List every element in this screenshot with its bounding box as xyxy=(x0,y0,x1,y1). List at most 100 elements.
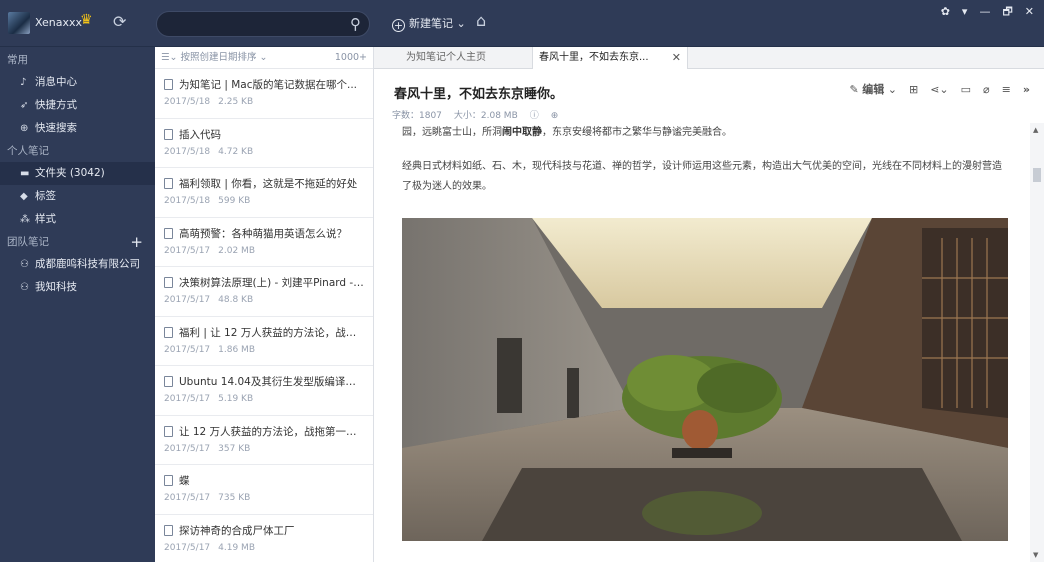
word-count: 字数：1807 xyxy=(392,111,442,121)
note-list-item[interactable]: 福利领取 | 你看，这就是不拖延的好处 2017/5/18 599 KB xyxy=(155,168,373,218)
scroll-up-icon[interactable]: ▲ xyxy=(1033,126,1038,134)
restore-icon[interactable]: 🗗 xyxy=(1002,5,1014,18)
note-date: 2017/5/17 xyxy=(164,443,211,454)
edit-button[interactable]: ✎ 编辑 ⌄ xyxy=(850,83,897,96)
note-list-item[interactable]: 插入代码 2017/5/18 4.72 KB xyxy=(155,119,373,168)
note-list-item[interactable]: 福利 | 让 12 万人获益的方法论，战拖... 2017/5/17 1.86 MB xyxy=(155,317,373,366)
vertical-scrollbar[interactable]: ▲ ▼ xyxy=(1030,123,1044,562)
document-icon xyxy=(164,326,173,338)
note-item-meta: 2017/5/17 48.8 KB xyxy=(164,295,365,305)
lobby-photo xyxy=(402,218,1008,541)
sidebar-item-folders[interactable]: ▬ 文件夹 (3042) xyxy=(0,162,155,185)
sidebar-item-quick-search[interactable]: ⊕ 快速搜索 xyxy=(0,117,155,140)
attachment-icon[interactable]: ⌀ xyxy=(983,83,990,96)
comment-icon[interactable]: ▭ xyxy=(961,83,971,96)
note-item-meta: 2017/5/17 5.19 KB xyxy=(164,394,365,404)
note-content[interactable]: 园，远眺富士山，所洞闹中取静，东京安缦将都市之繁华与静谧完美融合。 经典日式材料… xyxy=(402,123,1002,197)
note-title-text: 插入代码 xyxy=(179,128,221,141)
note-list-item[interactable]: 决策树算法原理(上) - 刘建平Pinard - ... 2017/5/17 48.… xyxy=(155,267,373,317)
tab-current-note[interactable]: 春风十里，不如去东京... ✕ xyxy=(532,47,688,69)
note-list-item[interactable]: 高萌预警：各种萌猫用英语怎么说？ 2017/5/17 2.02 MB xyxy=(155,218,373,267)
document-icon xyxy=(164,425,173,437)
paragraph-2: 经典日式材料如纸、石、木，现代科技与花道、禅的哲学，设计师运用这些元素，构造出大… xyxy=(402,161,1002,192)
tab-home[interactable]: 为知笔记个人主页 xyxy=(392,47,532,69)
note-date: 2017/5/17 xyxy=(164,295,211,305)
sidebar-item-styles[interactable]: ⁂ 样式 xyxy=(0,208,155,231)
search-input[interactable]: ⚲ xyxy=(156,11,370,37)
sidebar-item-label: 我知科技 xyxy=(35,281,77,293)
view-mode-icon[interactable]: ☰⌄ xyxy=(161,52,177,63)
more-icon[interactable]: » xyxy=(1023,83,1030,96)
note-list-item[interactable]: 为知笔记 | Mac版的笔记数据在哪个... 2017/5/18 2.25 KB xyxy=(155,69,373,119)
sort-label: 按照创建日期排序 xyxy=(180,52,257,63)
note-item-meta: 2017/5/17 2.02 MB xyxy=(164,246,365,256)
note-item-title: 福利 | 让 12 万人获益的方法论，战拖... xyxy=(164,325,365,340)
tab-bar: 为知笔记个人主页 春风十里，不如去东京... ✕ xyxy=(374,47,1044,69)
read-icon[interactable]: ⊞ xyxy=(909,83,918,96)
document-icon xyxy=(164,79,173,90)
note-item-title: 福利领取 | 你看，这就是不拖延的好处 xyxy=(164,176,365,191)
section-team: 团队笔记 + xyxy=(0,231,155,253)
add-tag-icon[interactable]: ⊕ xyxy=(551,111,559,121)
sidebar-item-tags[interactable]: ◆ 标签 xyxy=(0,185,155,208)
tab-label: 为知笔记个人主页 xyxy=(406,52,486,63)
style-icon: ⁂ xyxy=(20,214,30,225)
note-item-title: 决策树算法原理(上) - 刘建平Pinard - ... xyxy=(164,275,365,290)
note-title-text: 为知笔记 | Mac版的笔记数据在哪个... xyxy=(179,79,357,91)
info-icon[interactable]: ⓘ xyxy=(530,111,539,121)
sidebar-item-shortcuts[interactable]: ➶ 快捷方式 xyxy=(0,94,155,117)
scroll-thumb[interactable] xyxy=(1033,168,1041,182)
sidebar: 常用 ♪ 消息中心 ➶ 快捷方式 ⊕ 快速搜索 个人笔记 ▬ 文件夹 (3042) ◆ 标… xyxy=(0,47,155,562)
sidebar-item-messages[interactable]: ♪ 消息中心 xyxy=(0,71,155,94)
tag-icon: ◆ xyxy=(20,191,28,202)
menu-icon[interactable]: ▾ xyxy=(962,5,970,18)
scroll-down-icon[interactable]: ▼ xyxy=(1033,551,1038,559)
username[interactable]: Xenaxxx xyxy=(35,16,82,29)
note-size: 735 KB xyxy=(218,493,251,503)
sync-icon[interactable]: ⟳ xyxy=(113,12,126,31)
section-team-label: 团队笔记 xyxy=(7,236,49,248)
document-icon xyxy=(164,475,173,486)
note-date: 2017/5/17 xyxy=(164,394,211,404)
add-team-button[interactable]: + xyxy=(130,231,143,253)
team-icon: ⚇ xyxy=(20,282,29,293)
skin-icon[interactable]: ✿ xyxy=(941,5,952,18)
note-item-meta: 2017/5/17 1.86 MB xyxy=(164,345,365,355)
note-size: 48.8 KB xyxy=(218,295,254,305)
note-size: 1.86 MB xyxy=(218,344,255,355)
outline-icon[interactable]: ≡ xyxy=(1002,83,1011,96)
note-size: 4.72 KB xyxy=(218,146,254,157)
sort-dropdown[interactable]: 按照创建日期排序 ⌄ xyxy=(181,52,268,63)
note-list-item[interactable]: 探访神奇的合成尸体工厂 2017/5/17 4.19 MB xyxy=(155,515,373,562)
note-list-item[interactable]: Ubuntu 14.04及其衍生发型版编译为... 2017/5/17 5.19 K… xyxy=(155,366,373,416)
note-item-meta: 2017/5/17 735 KB xyxy=(164,493,365,503)
share-icon[interactable]: ⋖⌄ xyxy=(930,83,948,96)
minimize-icon[interactable]: — xyxy=(979,5,992,18)
document-icon xyxy=(164,227,173,239)
note-date: 2017/5/18 xyxy=(164,146,211,157)
sidebar-item-team-1[interactable]: ⚇ 成都鹿鸣科技有限公司 xyxy=(0,253,155,276)
note-size: 357 KB xyxy=(218,443,251,454)
note-date: 2017/5/17 xyxy=(164,344,211,355)
note-list-item[interactable]: 蝶 2017/5/17 735 KB xyxy=(155,465,373,515)
plus-icon: + xyxy=(392,19,405,32)
new-note-button[interactable]: + 新建笔记 ⌄ xyxy=(392,15,466,32)
crown-icon: ♛ xyxy=(80,12,93,28)
para1-text: 园，远眺富士山，所洞 xyxy=(402,127,502,138)
document-icon xyxy=(164,524,173,536)
note-item-title: 探访神奇的合成尸体工厂 xyxy=(164,523,365,538)
close-tab-icon[interactable]: ✕ xyxy=(672,47,681,69)
sidebar-item-team-2[interactable]: ⚇ 我知科技 xyxy=(0,276,155,299)
note-size: 大小：2.08 MB xyxy=(453,111,518,121)
note-item-title: 让 12 万人获益的方法论，战拖第一人... xyxy=(164,424,365,439)
para1-bold: 闹中取静 xyxy=(502,127,542,138)
note-item-meta: 2017/5/18 599 KB xyxy=(164,196,365,206)
sidebar-item-label: 标签 xyxy=(35,190,56,202)
avatar[interactable] xyxy=(8,12,30,34)
home-icon[interactable]: ⌂ xyxy=(476,11,486,30)
search-icon[interactable]: ⚲ xyxy=(350,15,361,33)
note-title-text: 让 12 万人获益的方法论，战拖第一人... xyxy=(179,425,365,438)
close-icon[interactable]: ✕ xyxy=(1025,5,1036,18)
bell-icon: ♪ xyxy=(20,77,27,88)
note-list-item[interactable]: 让 12 万人获益的方法论，战拖第一人... 2017/5/17 357 KB xyxy=(155,416,373,465)
